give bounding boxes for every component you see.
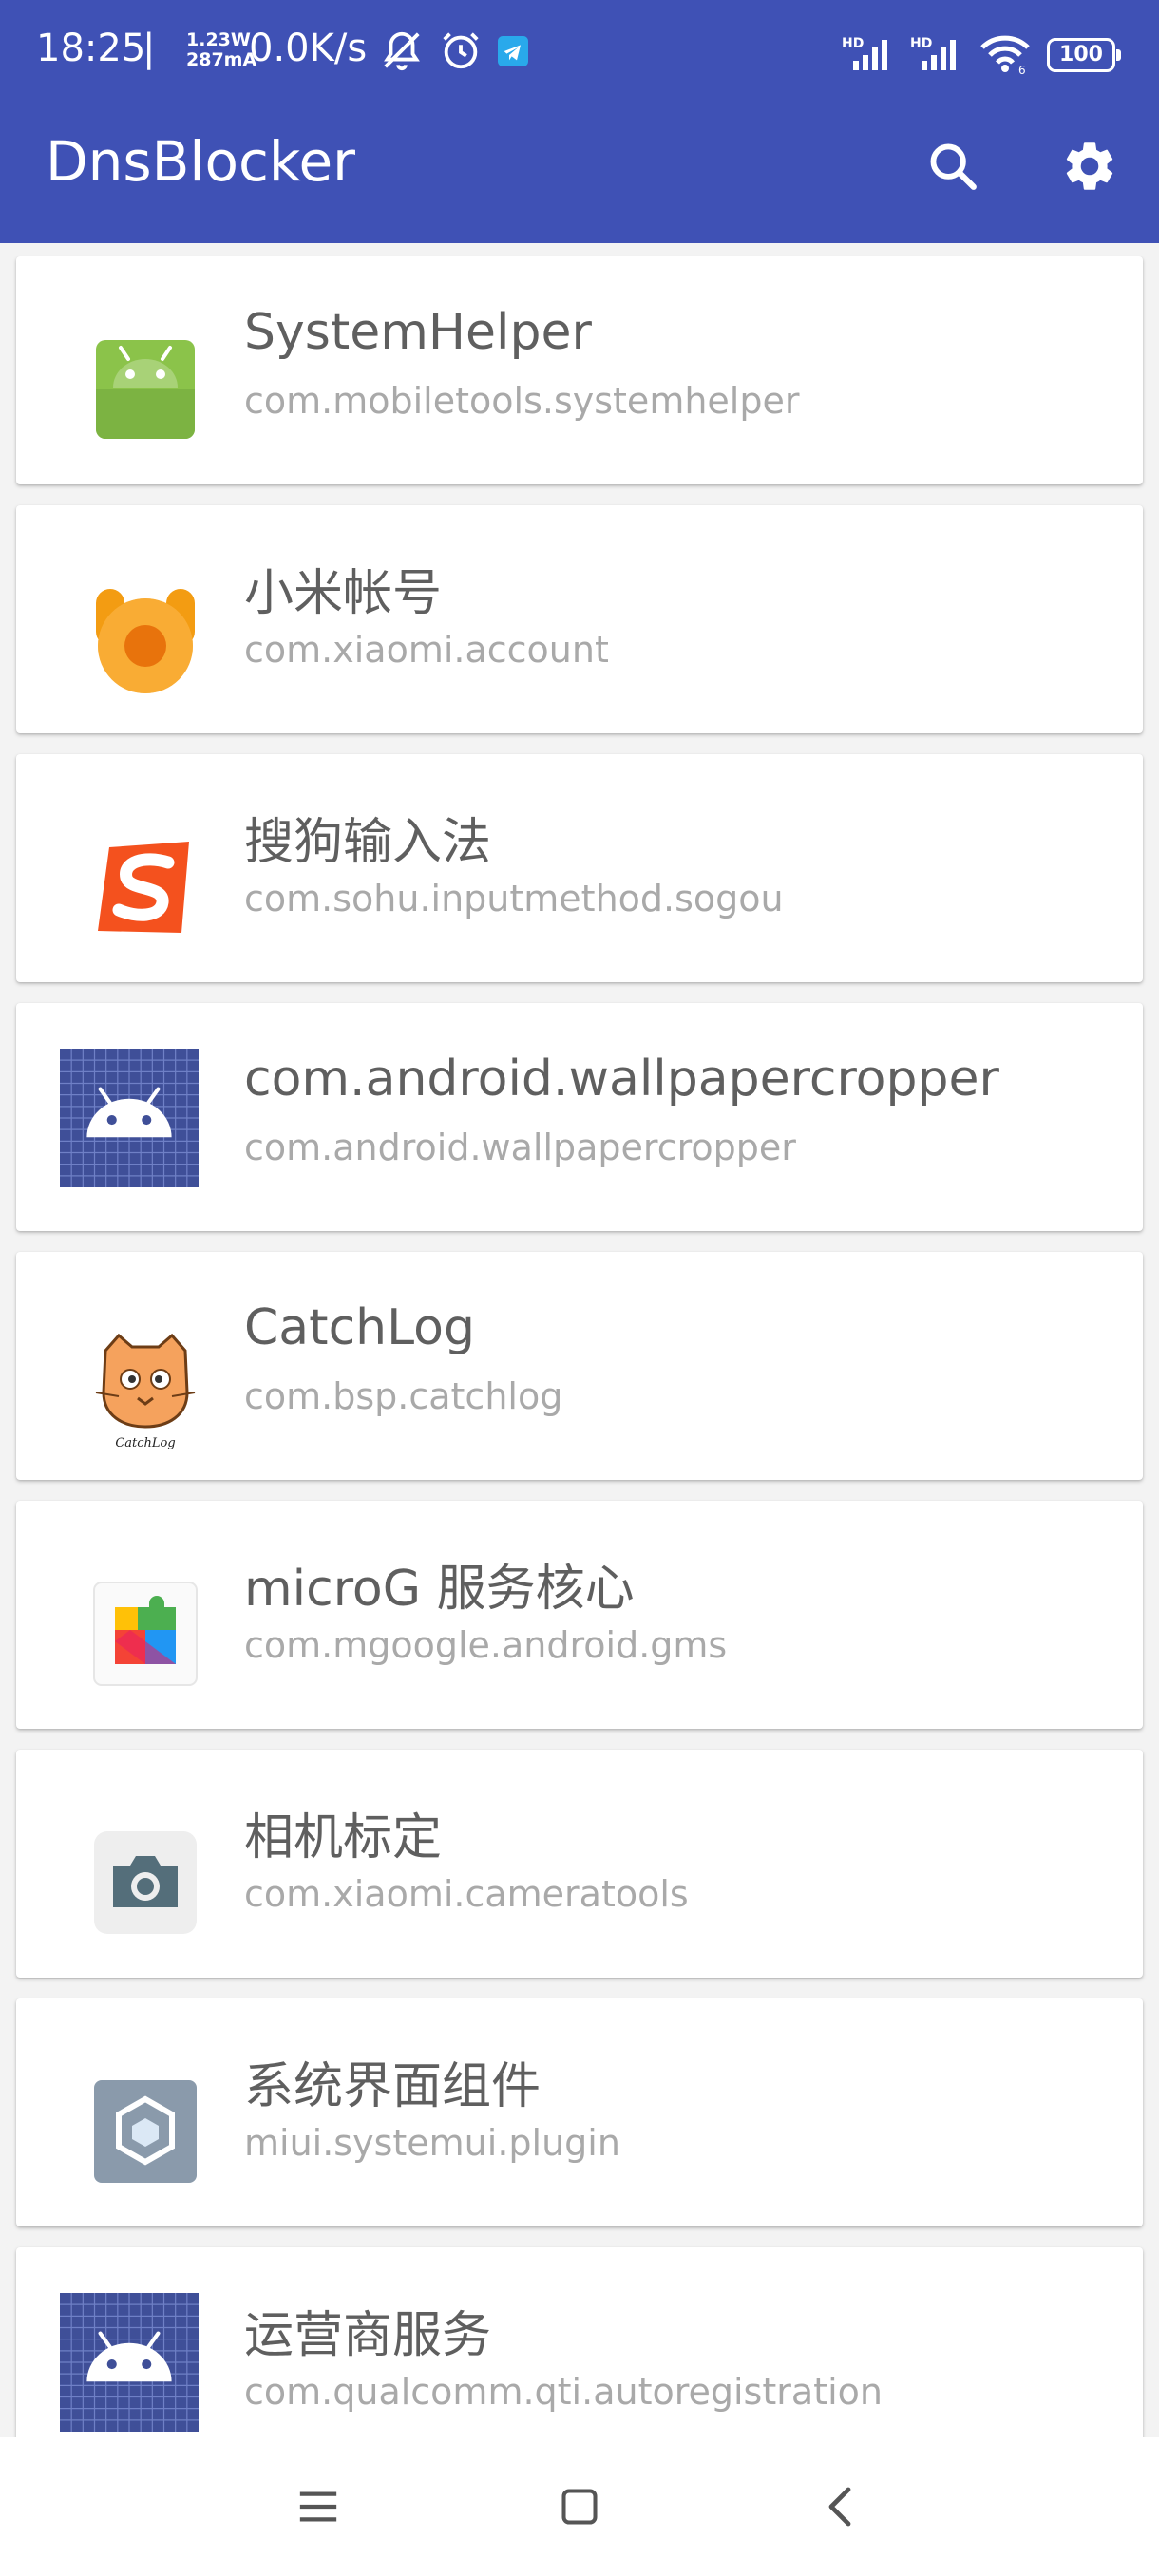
wifi-icon: 6 [978,32,1032,78]
app-title: DnsBlocker [46,129,355,194]
app-package: com.sohu.inputmethod.sogou [244,878,784,919]
list-item[interactable]: 小米帐号 com.xiaomi.account [16,505,1143,733]
back-chevron-icon[interactable] [808,2473,874,2540]
settings-gear-icon[interactable] [1056,133,1123,199]
menu-icon[interactable] [285,2473,352,2540]
hd-signal-icon: HD [842,34,895,76]
svg-text:HD: HD [842,36,864,51]
app-name: CatchLog [244,1299,475,1356]
android-default-grid-icon [60,2293,199,2432]
app-package: com.mobiletools.systemhelper [244,380,800,422]
app-package: com.xiaomi.account [244,629,609,671]
telegram-icon [498,36,528,70]
hd-signal-icon: HD [910,34,963,76]
app-package: com.qualcomm.qti.autoregistration [244,2371,883,2413]
alarm-clock-icon [439,28,483,76]
systemui-plugin-icon [77,2063,214,2200]
list-item[interactable]: SystemHelper com.mobiletools.systemhelpe… [16,256,1143,484]
svg-text:6: 6 [1018,64,1026,74]
android-green-icon [77,321,214,458]
list-item[interactable]: microG 服务核心 com.mgoogle.android.gms [16,1501,1143,1729]
charging-current: 287mA [186,49,257,70]
app-name: 搜狗输入法 [244,814,492,871]
sogou-icon [77,819,214,956]
status-bar: 18:25 | 1.23W 287mA 0.0K/s HD HD 6 100 [0,0,1159,104]
app-package: com.android.wallpapercropper [244,1127,796,1168]
list-item[interactable]: 搜狗输入法 com.sohu.inputmethod.sogou [16,754,1143,982]
svg-text:HD: HD [910,36,932,51]
charging-watts: 1.23W [186,29,251,50]
status-right-icons: HD HD 6 100 [842,32,1121,78]
app-package: com.mgoogle.android.gms [244,1624,728,1666]
top-bar: 18:25 | 1.23W 287mA 0.0K/s HD HD 6 100 D… [0,0,1159,243]
list-item[interactable]: 相机标定 com.xiaomi.cameratools [16,1750,1143,1978]
xiaomi-account-icon [77,570,214,707]
camera-icon [77,1814,214,1951]
network-speed: 0.0K/s [249,27,368,70]
app-name: 系统界面组件 [244,2058,542,2115]
home-square-icon[interactable] [546,2473,613,2540]
app-name: 相机标定 [244,1809,443,1866]
app-package: com.bsp.catchlog [244,1375,563,1417]
navigation-bar [0,2437,1159,2576]
app-list[interactable]: SystemHelper com.mobiletools.systemhelpe… [0,243,1159,2437]
mute-alarm-icon [380,28,424,76]
list-item[interactable]: com.android.wallpapercropper com.android… [16,1003,1143,1231]
app-package: com.xiaomi.cameratools [244,1873,689,1915]
status-time: 18:25 [36,27,146,70]
catchlog-cat-icon: CatchLog [77,1316,214,1453]
app-package: miui.systemui.plugin [244,2122,620,2164]
list-item[interactable]: CatchLog CatchLog com.bsp.catchlog [16,1252,1143,1480]
list-item[interactable]: 系统界面组件 miui.systemui.plugin [16,1998,1143,2226]
status-separator: | [142,27,156,70]
app-name: SystemHelper [244,304,592,361]
charging-rate: 1.23W 287mA [186,30,256,70]
list-item[interactable]: 运营商服务 com.qualcomm.qti.autoregistration [16,2247,1143,2437]
app-name: 运营商服务 [244,2307,492,2364]
search-icon[interactable] [920,133,986,199]
app-name: microG 服务核心 [244,1561,635,1618]
catchlog-icon-caption: CatchLog [115,1436,175,1450]
microg-puzzle-icon [77,1565,214,1702]
app-name: com.android.wallpapercropper [244,1051,999,1108]
battery-icon: 100 [1047,38,1121,72]
android-default-grid-icon [60,1049,199,1187]
app-name: 小米帐号 [244,565,443,622]
